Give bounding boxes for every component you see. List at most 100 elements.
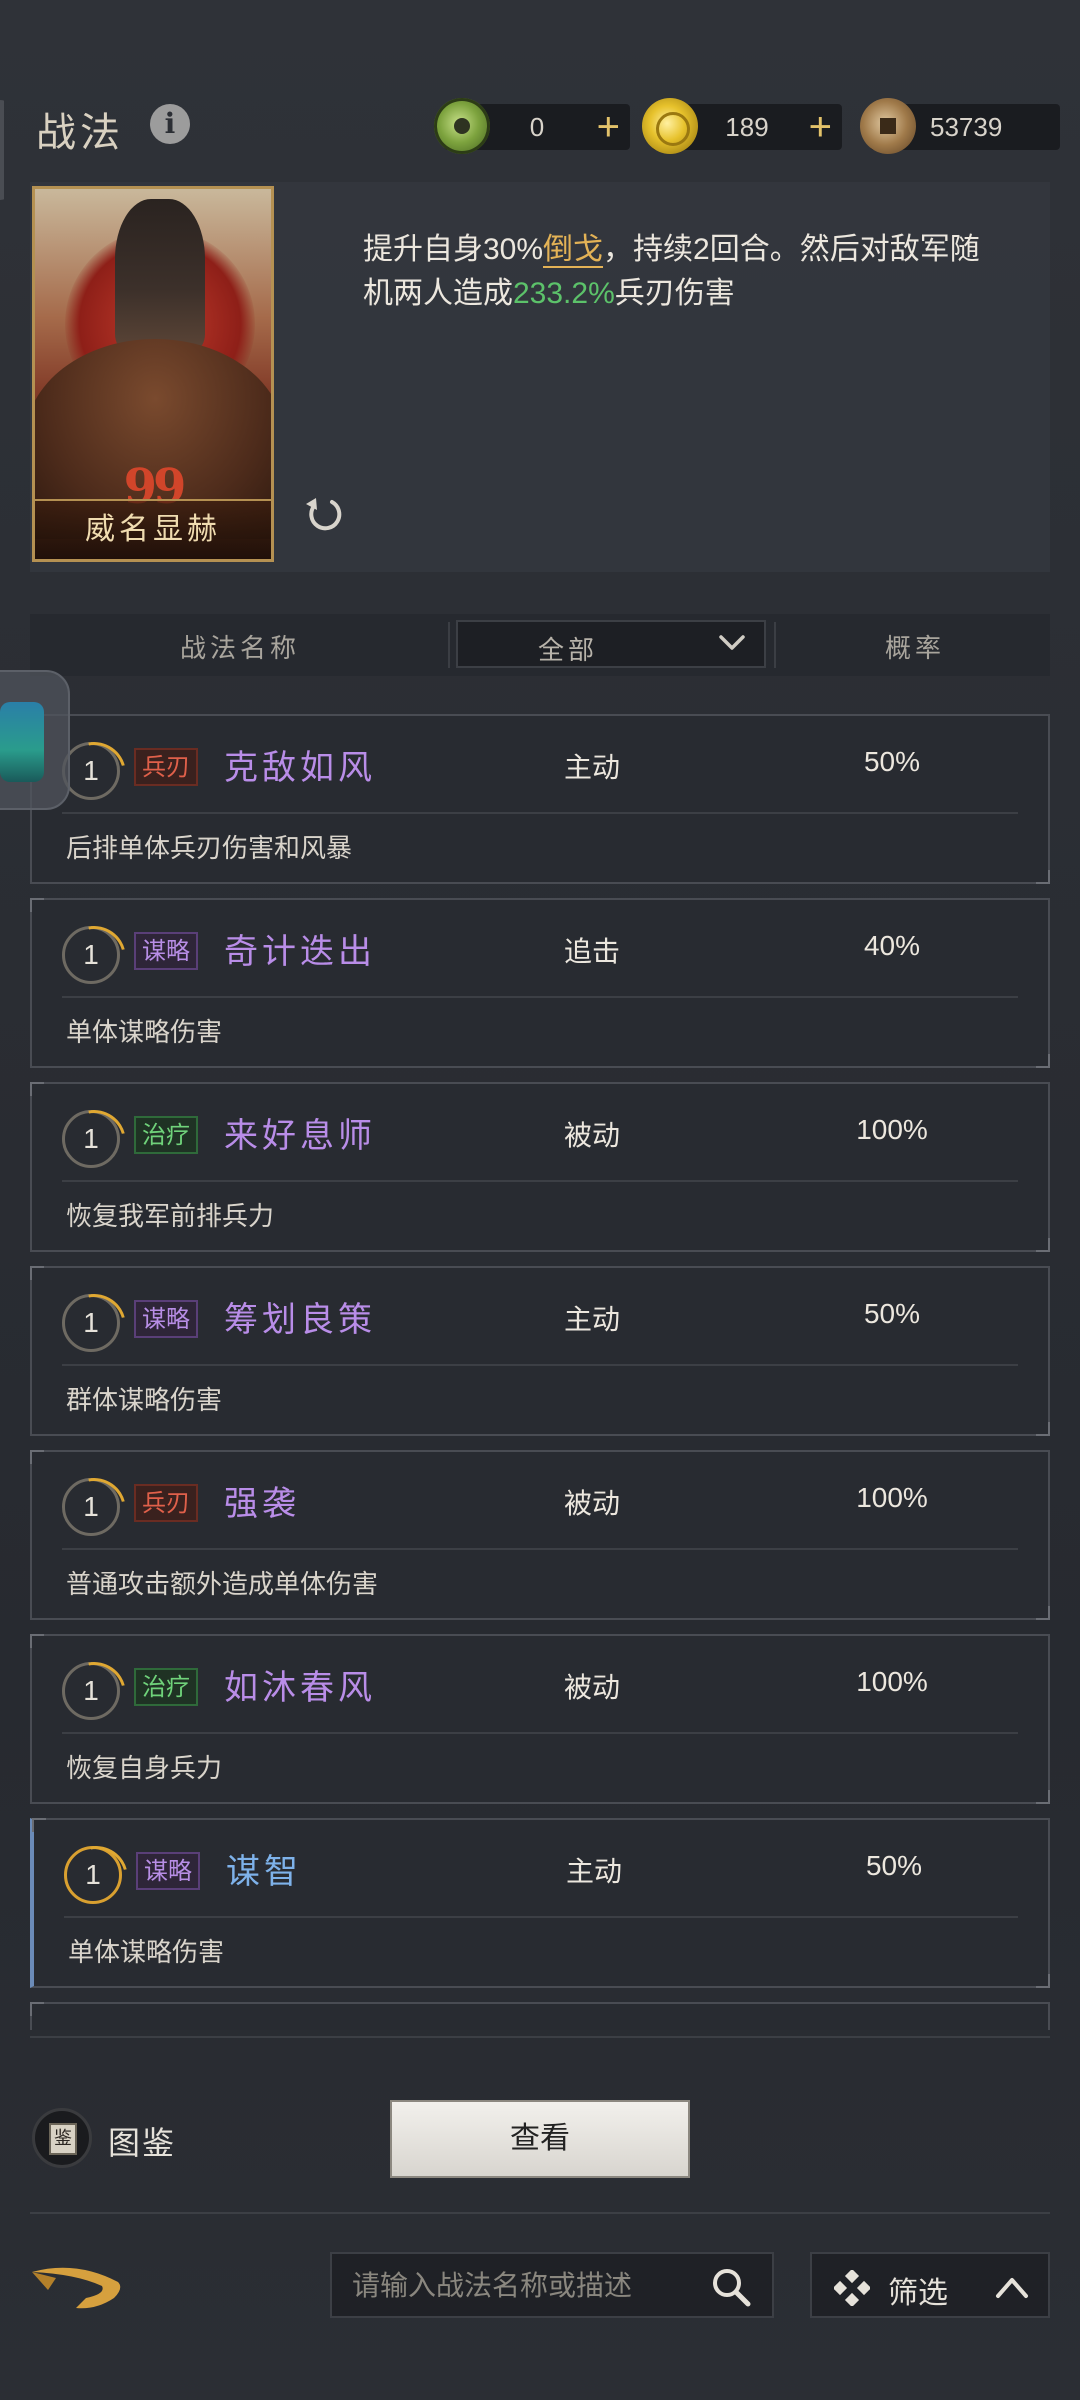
skill-rate: 100% (856, 1482, 928, 1513)
skill-row[interactable]: 1 兵刃 强袭 被动 100% 普通攻击额外造成单体伤害 (30, 1450, 1050, 1620)
filter-diamond-icon (834, 2270, 870, 2306)
type-filter-value: 全部 (537, 636, 598, 666)
skill-name: 奇计迭出 (224, 932, 376, 972)
jade-coin-icon (434, 98, 490, 154)
skill-level-badge: 1 (64, 1846, 122, 1904)
copper-amount: 53739 (930, 112, 1003, 142)
skill-type: 主动 (565, 1856, 622, 1887)
side-floating-tab[interactable] (0, 670, 70, 810)
skill-name: 如沐春风 (224, 1668, 376, 1708)
skill-short-desc: 后排单体兵刃伤害和风暴 (66, 833, 353, 863)
copper-coin-icon (860, 98, 916, 154)
skill-row[interactable]: 1 谋略 奇计迭出 追击 40% 单体谋略伤害 (30, 898, 1050, 1068)
chevron-up-icon (996, 2278, 1028, 2298)
info-icon[interactable]: i (150, 104, 190, 144)
skill-level-badge: 1 (62, 742, 120, 800)
desc-text-1: 提升自身30% (363, 233, 544, 266)
skill-category-tag: 兵刃 (134, 748, 198, 786)
add-gold-button[interactable]: + (809, 104, 832, 150)
skill-type: 被动 (563, 1672, 620, 1703)
assistant-figure-icon (0, 702, 44, 782)
row-divider (62, 1548, 1018, 1550)
skill-type: 主动 (563, 752, 620, 783)
codex-label[interactable]: 图鉴 (108, 2118, 176, 2164)
card-art-rider (115, 199, 205, 349)
desc-damage-value: 233.2% (513, 277, 615, 310)
top-bar: 战法 i 0 + 189 + 53739 (0, 80, 1080, 200)
skill-type: 被动 (563, 1120, 620, 1151)
view-button[interactable]: 查看 (390, 2100, 690, 2178)
skill-level-badge: 1 (62, 926, 120, 984)
skill-name: 克敌如风 (224, 748, 376, 788)
gold-coin-icon (642, 98, 698, 154)
row-divider (62, 1732, 1018, 1734)
skill-description: 提升自身30%倒戈，持续2回合。然后对敌军随机两人造成233.2%兵刃伤害 (363, 228, 1003, 316)
skill-type: 追击 (563, 936, 620, 967)
skill-card[interactable]: 99 威名显赫 (32, 186, 274, 562)
skill-row[interactable]: 1 兵刃 克敌如风 主动 50% 后排单体兵刃伤害和风暴 (30, 714, 1050, 884)
row-divider (62, 1180, 1018, 1182)
search-icon[interactable] (710, 2266, 752, 2308)
desc-text-3: 兵刃伤害 (614, 277, 735, 310)
skill-short-desc: 恢复我军前排兵力 (66, 1201, 275, 1231)
skill-category-tag: 治疗 (134, 1668, 198, 1706)
skill-row-partial[interactable] (30, 2002, 1050, 2030)
skill-name: 谋智 (226, 1852, 302, 1892)
skill-category-tag: 谋略 (136, 1852, 200, 1890)
refresh-icon[interactable] (302, 492, 346, 536)
row-divider (62, 996, 1018, 998)
back-arrow-icon[interactable] (26, 2258, 130, 2314)
page-title: 战法 (36, 110, 124, 156)
filter-label: 筛选 (888, 2277, 948, 2310)
header-divider (448, 622, 450, 668)
add-jade-button[interactable]: + (597, 104, 620, 150)
gold-currency: 189 + (642, 98, 842, 154)
skill-row[interactable]: 1 治疗 如沐春风 被动 100% 恢复自身兵力 (30, 1634, 1050, 1804)
header-tab-marker (0, 100, 14, 200)
column-header-rate: 概率 (884, 634, 945, 664)
chevron-down-icon (719, 635, 745, 650)
row-divider (62, 812, 1018, 814)
skill-rate: 50% (863, 1298, 921, 1329)
bottom-divider (30, 2036, 1050, 2038)
skill-short-desc: 普通攻击额外造成单体伤害 (66, 1569, 379, 1599)
gold-amount: 189 (725, 112, 769, 142)
bottom-divider (30, 2212, 1050, 2214)
jade-currency: 0 + (434, 98, 630, 154)
skill-row[interactable]: 1 治疗 来好息师 被动 100% 恢复我军前排兵力 (30, 1082, 1050, 1252)
search-box (330, 2252, 774, 2318)
search-input[interactable] (352, 2266, 692, 2306)
skill-category-tag: 谋略 (134, 932, 198, 970)
skill-rate: 100% (856, 1666, 928, 1697)
card-name: 威名显赫 (85, 512, 221, 547)
skill-row-selected[interactable]: 1 谋略 谋智 主动 50% 单体谋略伤害 (30, 1818, 1050, 1988)
column-header-name: 战法名称 (179, 634, 300, 664)
skill-rate: 50% (863, 746, 921, 777)
skill-row[interactable]: 1 谋略 筹划良策 主动 50% 群体谋略伤害 (30, 1266, 1050, 1436)
card-name-band: 威名显赫 (35, 499, 271, 559)
skill-level-badge: 1 (62, 1662, 120, 1720)
row-divider (64, 1916, 1018, 1918)
type-filter-dropdown[interactable]: 全部 (456, 620, 766, 668)
copper-currency: 53739 (860, 98, 1060, 154)
codex-book-icon: 鉴 (49, 2123, 77, 2155)
skill-short-desc: 群体谋略伤害 (66, 1385, 223, 1415)
skill-short-desc: 恢复自身兵力 (66, 1753, 223, 1783)
skill-name: 来好息师 (224, 1116, 376, 1156)
skill-list[interactable]: 1 兵刃 克敌如风 主动 50% 后排单体兵刃伤害和风暴 1 谋略 奇计迭出 追… (30, 692, 1050, 2030)
skill-name: 强袭 (224, 1484, 300, 1524)
jade-amount: 0 (529, 112, 545, 142)
skill-rate: 100% (856, 1114, 928, 1145)
skill-name: 筹划良策 (224, 1300, 376, 1340)
skill-detail-panel: 99 威名显赫 提升自身30%倒戈，持续2回合。然后对敌军随机两人造成233.2… (30, 182, 1050, 572)
skill-level-badge: 1 (62, 1294, 120, 1352)
skill-category-tag: 兵刃 (134, 1484, 198, 1522)
row-divider (62, 1364, 1018, 1366)
skill-level-badge: 1 (62, 1478, 120, 1536)
filter-button[interactable]: 筛选 (810, 2252, 1050, 2318)
desc-keyword-link[interactable]: 倒戈 (543, 233, 604, 268)
codex-icon[interactable]: 鉴 (32, 2108, 92, 2168)
skill-type: 被动 (563, 1488, 620, 1519)
skill-short-desc: 单体谋略伤害 (66, 1017, 223, 1047)
skill-level-badge: 1 (62, 1110, 120, 1168)
